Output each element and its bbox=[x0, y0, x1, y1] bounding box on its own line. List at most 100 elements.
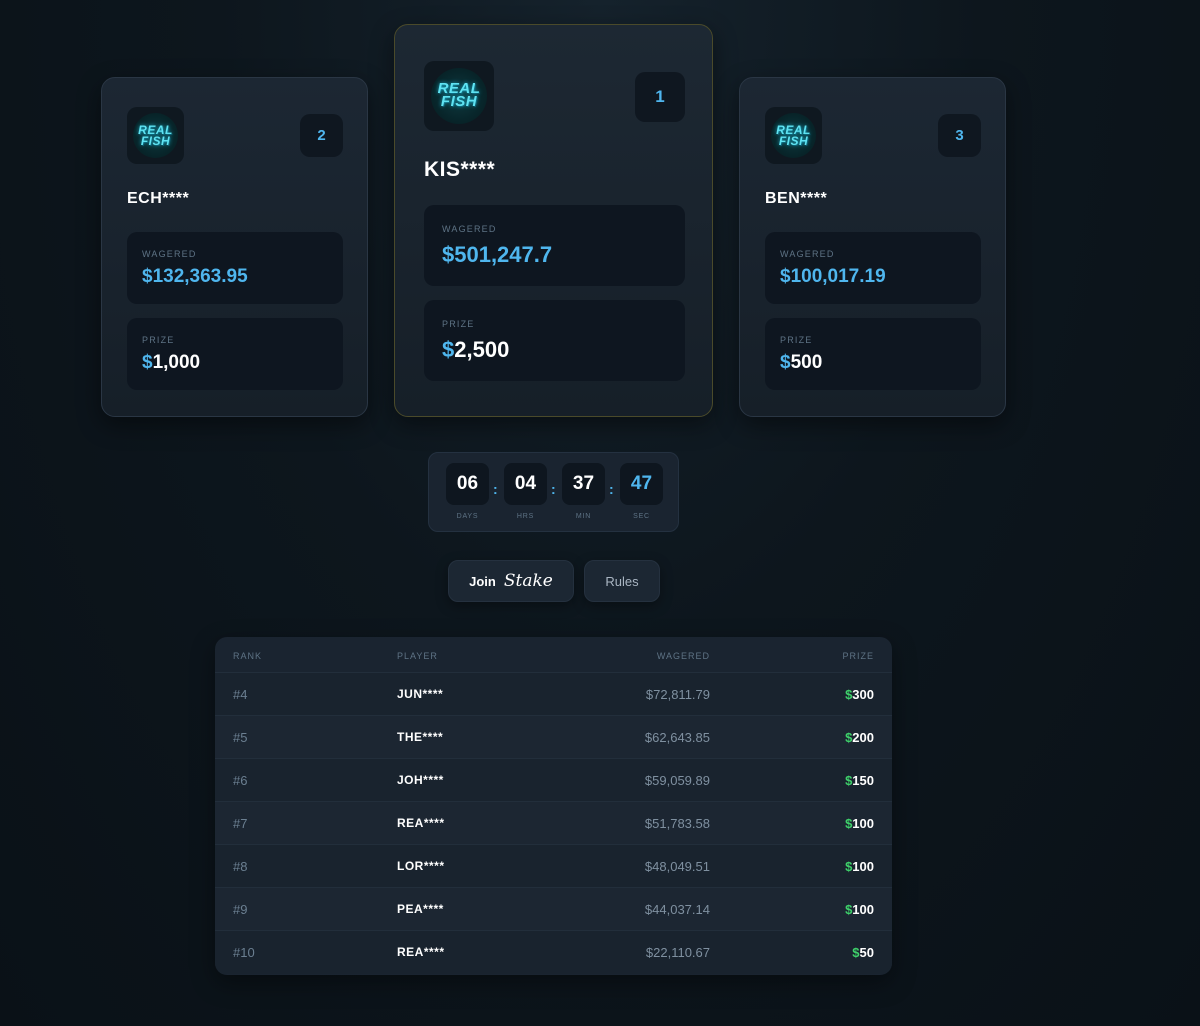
row-rank: #5 bbox=[233, 730, 248, 745]
row-prize-amount: 100 bbox=[852, 816, 874, 831]
row-prize: $100 bbox=[845, 859, 874, 874]
row-prize: $150 bbox=[845, 773, 874, 788]
prize-panel: PRIZE $1,000 bbox=[127, 318, 343, 390]
countdown-separator: : bbox=[493, 481, 498, 497]
table-row: #5 THE**** $62,643.85 $200 bbox=[215, 716, 892, 759]
row-prize-amount: 100 bbox=[852, 902, 874, 917]
prize-label: PRIZE bbox=[142, 335, 175, 345]
row-prize: $300 bbox=[845, 687, 874, 702]
player-name: BEN**** bbox=[765, 190, 828, 207]
rules-button[interactable]: Rules bbox=[584, 560, 660, 602]
rank-badge: 1 bbox=[635, 72, 685, 122]
rank-badge: 2 bbox=[300, 114, 343, 157]
prize-value: $500 bbox=[780, 352, 822, 374]
countdown-seconds: 47 bbox=[620, 463, 663, 505]
row-wagered: $51,783.58 bbox=[644, 816, 710, 831]
prize-panel: PRIZE $2,500 bbox=[424, 300, 685, 381]
wagered-panel: WAGERED $501,247.7 bbox=[424, 205, 685, 286]
wagered-label: WAGERED bbox=[780, 249, 835, 259]
prize-amount: 1,000 bbox=[152, 352, 201, 373]
row-wagered: $44,037.14 bbox=[644, 902, 710, 917]
player-name: KIS**** bbox=[424, 158, 496, 181]
header-rank: RANK bbox=[233, 651, 263, 661]
table-row: #8 LOR**** $48,049.51 $100 bbox=[215, 845, 892, 888]
real-fish-logo: REAL FISH bbox=[765, 107, 822, 164]
stake-logo: Stake bbox=[503, 571, 553, 591]
row-rank: #8 bbox=[233, 859, 248, 874]
wagered-value: $501,247.7 bbox=[442, 242, 553, 267]
table-row: #6 JOH**** $59,059.89 $150 bbox=[215, 759, 892, 802]
table-row: #7 REA**** $51,783.58 $100 bbox=[215, 802, 892, 845]
wagered-label: WAGERED bbox=[142, 249, 197, 259]
join-label: Join bbox=[469, 573, 496, 589]
countdown-separator: : bbox=[609, 481, 614, 497]
row-player: LOR**** bbox=[397, 859, 445, 873]
wagered-value: $100,017.19 bbox=[780, 266, 886, 287]
row-player: JOH**** bbox=[397, 773, 444, 787]
logo-text: FISH bbox=[140, 133, 171, 148]
join-stake-button[interactable]: Join Stake bbox=[448, 560, 574, 602]
row-prize: $50 bbox=[852, 945, 874, 960]
leaderboard-table: RANK PLAYER WAGERED PRIZE #4 JUN**** $72,8… bbox=[215, 637, 892, 975]
header-player: PLAYER bbox=[397, 651, 438, 661]
podium-card-rank-1: REAL FISH 1 KIS**** WAGERED $501,247.7 P… bbox=[394, 24, 713, 417]
row-prize-currency: $ bbox=[852, 945, 860, 960]
row-prize-amount: 50 bbox=[859, 945, 874, 960]
table-header: RANK PLAYER WAGERED PRIZE bbox=[215, 637, 892, 673]
prize-panel: PRIZE $500 bbox=[765, 318, 981, 390]
table-row: #10 REA**** $22,110.67 $50 bbox=[215, 931, 892, 974]
prize-label: PRIZE bbox=[780, 335, 813, 345]
row-wagered: $62,643.85 bbox=[644, 730, 710, 745]
countdown-seconds-label: SEC bbox=[633, 513, 650, 520]
wagered-panel: WAGERED $132,363.95 bbox=[127, 232, 343, 304]
row-prize: $100 bbox=[845, 816, 874, 831]
logo-text: FISH bbox=[778, 133, 809, 148]
row-rank: #6 bbox=[233, 773, 248, 788]
table-row: #9 PEA**** $44,037.14 $100 bbox=[215, 888, 892, 931]
countdown-separator: : bbox=[551, 481, 556, 497]
header-wagered: WAGERED bbox=[656, 651, 710, 661]
row-rank: #4 bbox=[233, 687, 248, 702]
prize-label: PRIZE bbox=[442, 319, 475, 329]
row-rank: #10 bbox=[233, 945, 255, 960]
row-wagered: $59,059.89 bbox=[644, 773, 710, 788]
row-player: THE**** bbox=[397, 730, 444, 744]
row-player: PEA**** bbox=[397, 902, 444, 916]
countdown-timer: 06 DAYS : 04 HRS : 37 MIN : 47 SEC bbox=[428, 452, 679, 532]
podium-card-rank-3: REAL FISH 3 BEN**** WAGERED $100,017.19 … bbox=[739, 77, 1006, 417]
countdown-minutes-label: MIN bbox=[575, 513, 592, 520]
wagered-label: WAGERED bbox=[442, 224, 497, 234]
wagered-panel: WAGERED $100,017.19 bbox=[765, 232, 981, 304]
prize-currency: $ bbox=[442, 337, 455, 362]
row-prize: $200 bbox=[845, 730, 874, 745]
prize-value: $1,000 bbox=[142, 352, 200, 374]
row-player: JUN**** bbox=[397, 687, 444, 701]
real-fish-logo: REAL FISH bbox=[127, 107, 184, 164]
countdown-days: 06 bbox=[446, 463, 489, 505]
header-prize: PRIZE bbox=[842, 651, 874, 661]
countdown-minutes: 37 bbox=[562, 463, 605, 505]
row-wagered: $22,110.67 bbox=[645, 945, 710, 960]
row-player: REA**** bbox=[397, 945, 445, 959]
prize-amount: 500 bbox=[790, 352, 823, 373]
logo-text: FISH bbox=[440, 93, 478, 110]
row-wagered: $48,049.51 bbox=[644, 859, 710, 874]
row-rank: #9 bbox=[233, 902, 248, 917]
rank-badge: 3 bbox=[938, 114, 981, 157]
real-fish-logo: REAL FISH bbox=[424, 61, 494, 131]
prize-currency: $ bbox=[780, 352, 791, 373]
podium-card-rank-2: REAL FISH 2 ECH**** WAGERED $132,363.95 … bbox=[101, 77, 368, 417]
table-row: #4 JUN**** $72,811.79 $300 bbox=[215, 673, 892, 716]
row-prize-amount: 200 bbox=[852, 730, 874, 745]
wagered-value: $132,363.95 bbox=[142, 266, 248, 287]
row-prize-amount: 100 bbox=[852, 859, 874, 874]
row-prize: $100 bbox=[845, 902, 874, 917]
player-name: ECH**** bbox=[127, 190, 190, 207]
countdown-hours-label: HRS bbox=[516, 513, 535, 520]
countdown-days-label: DAYS bbox=[456, 513, 479, 520]
row-prize-amount: 300 bbox=[852, 687, 874, 702]
prize-amount: 2,500 bbox=[454, 337, 510, 362]
row-rank: #7 bbox=[233, 816, 248, 831]
prize-value: $2,500 bbox=[442, 337, 509, 363]
prize-currency: $ bbox=[142, 352, 153, 373]
